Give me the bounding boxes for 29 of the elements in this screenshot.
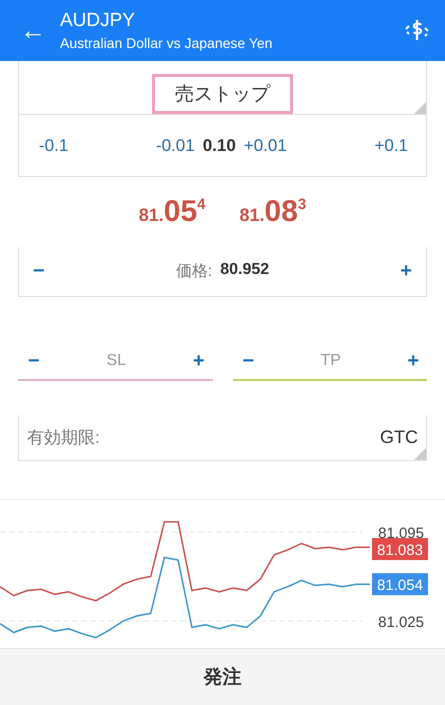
decrease-button[interactable]: −: [29, 260, 49, 284]
back-button[interactable]: ←: [20, 17, 46, 44]
axis-label: 81.025: [378, 614, 424, 632]
symbol-title: AUDJPY: [60, 10, 136, 32]
volume-step-button[interactable]: -0.01: [156, 136, 195, 156]
price-tag: 81.054: [372, 573, 428, 596]
increase-button[interactable]: +: [396, 260, 416, 284]
price-tag: 81.083: [372, 538, 428, 560]
expiration-label: 有効期限:: [27, 427, 100, 450]
expiration-dropdown[interactable]: GTC: [380, 427, 418, 448]
stop-field[interactable]: − TP +: [232, 343, 427, 382]
volume-value[interactable]: 0.10: [202, 136, 236, 156]
stop-field[interactable]: − SL +: [18, 343, 212, 382]
increase-button[interactable]: +: [188, 350, 208, 373]
volume-step-button[interactable]: +0.1: [374, 136, 408, 156]
volume-step-button[interactable]: -0.1: [39, 136, 68, 156]
decrease-button[interactable]: −: [24, 350, 44, 373]
quote-price[interactable]: 81.08$^{3}$: [240, 195, 306, 230]
dropdown-corner-icon: [414, 102, 426, 114]
place-order-button[interactable]: 発注: [198, 663, 248, 692]
decrease-button[interactable]: −: [238, 350, 258, 373]
quote-price[interactable]: 81.05$^{4}$: [138, 195, 206, 230]
price-value[interactable]: 80.952: [220, 261, 270, 282]
price-label: 価格:: [176, 262, 212, 282]
increase-button[interactable]: +: [403, 350, 423, 373]
dropdown-corner-icon: [414, 448, 426, 460]
symbol-description: Australian Dollar vs Japanese Yen: [60, 34, 274, 51]
volume-step-button[interactable]: +0.01: [244, 136, 287, 156]
order-type-dropdown[interactable]: 売ストップ: [152, 74, 293, 114]
